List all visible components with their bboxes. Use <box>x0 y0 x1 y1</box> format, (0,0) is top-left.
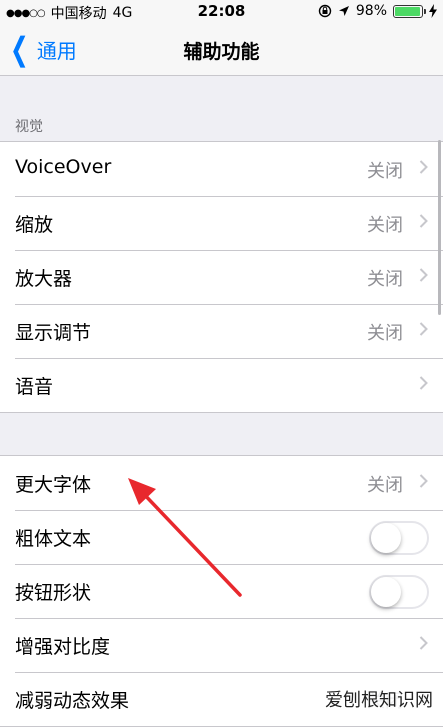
watermark: 爱刨根知识网 <box>323 686 435 712</box>
annotation-arrow <box>128 478 242 597</box>
